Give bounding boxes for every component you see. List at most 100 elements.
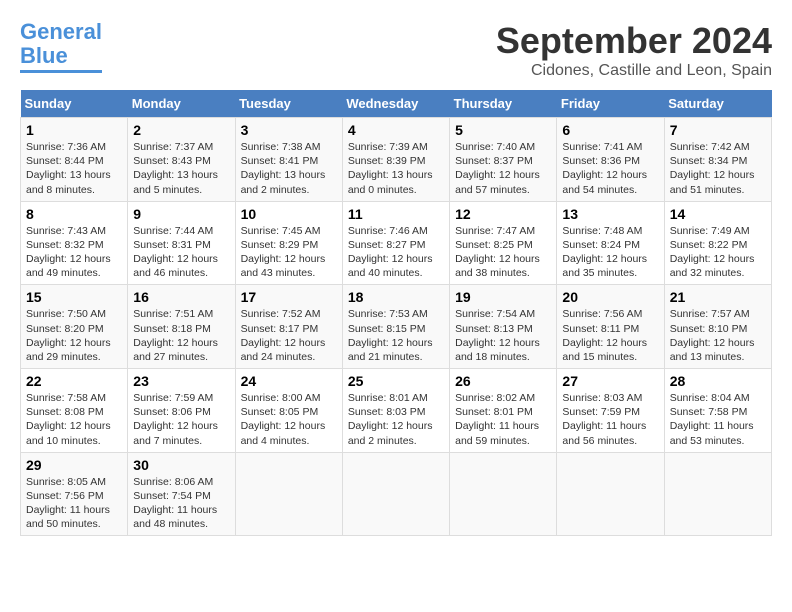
day-info: Sunrise: 7:58 AM Sunset: 8:08 PM Dayligh… [26,391,122,448]
logo: General Blue [20,20,102,73]
calendar-cell: 18Sunrise: 7:53 AM Sunset: 8:15 PM Dayli… [342,285,449,369]
day-info: Sunrise: 7:38 AM Sunset: 8:41 PM Dayligh… [241,140,337,197]
day-number: 9 [133,206,229,222]
calendar-cell: 19 Sunrise: 7:54 AM Sunset: 8:13 PM Dayli… [450,285,557,369]
calendar-cell: 16Sunrise: 7:51 AM Sunset: 8:18 PM Dayli… [128,285,235,369]
day-info: Sunrise: 7:56 AM Sunset: 8:11 PM Dayligh… [562,307,658,364]
day-info: Sunrise: 7:44 AM Sunset: 8:31 PM Dayligh… [133,224,229,281]
day-info: Sunrise: 7:36 AM Sunset: 8:44 PM Dayligh… [26,140,122,197]
calendar-cell: 5 Sunrise: 7:40 AM Sunset: 8:37 PM Daylig… [450,118,557,202]
day-info: Sunrise: 7:57 AM Sunset: 8:10 PM Dayligh… [670,307,766,364]
day-number: 10 [241,206,337,222]
calendar-header: SundayMondayTuesdayWednesdayThursdayFrid… [21,90,772,118]
calendar-cell: 12Sunrise: 7:47 AM Sunset: 8:25 PM Dayli… [450,201,557,285]
calendar-cell: 7 Sunrise: 7:42 AM Sunset: 8:34 PM Daylig… [664,118,771,202]
calendar-cell: 10 Sunrise: 7:45 AM Sunset: 8:29 PM Dayli… [235,201,342,285]
day-info: Sunrise: 8:00 AM Sunset: 8:05 PM Dayligh… [241,391,337,448]
week-row-5: 29Sunrise: 8:05 AM Sunset: 7:56 PM Dayli… [21,452,772,536]
calendar-cell: 11Sunrise: 7:46 AM Sunset: 8:27 PM Dayli… [342,201,449,285]
day-info: Sunrise: 7:41 AM Sunset: 8:36 PM Dayligh… [562,140,658,197]
calendar-table: SundayMondayTuesdayWednesdayThursdayFrid… [20,90,772,536]
weekday-friday: Friday [557,90,664,118]
calendar-cell: 17 Sunrise: 7:52 AM Sunset: 8:17 PM Dayli… [235,285,342,369]
day-number: 6 [562,122,658,138]
day-number: 20 [562,289,658,305]
calendar-cell: 4 Sunrise: 7:39 AM Sunset: 8:39 PM Daylig… [342,118,449,202]
calendar-cell: 27Sunrise: 8:03 AM Sunset: 7:59 PM Dayli… [557,369,664,453]
calendar-cell: 15 Sunrise: 7:50 AM Sunset: 8:20 PM Dayli… [21,285,128,369]
day-info: Sunrise: 7:37 AM Sunset: 8:43 PM Dayligh… [133,140,229,197]
day-number: 4 [348,122,444,138]
day-info: Sunrise: 8:03 AM Sunset: 7:59 PM Dayligh… [562,391,658,448]
calendar-cell: 13 Sunrise: 7:48 AM Sunset: 8:24 PM Dayli… [557,201,664,285]
day-info: Sunrise: 7:49 AM Sunset: 8:22 PM Dayligh… [670,224,766,281]
calendar-cell: 21 Sunrise: 7:57 AM Sunset: 8:10 PM Dayli… [664,285,771,369]
day-number: 14 [670,206,766,222]
day-number: 25 [348,373,444,389]
day-number: 2 [133,122,229,138]
day-info: Sunrise: 7:54 AM Sunset: 8:13 PM Dayligh… [455,307,551,364]
day-number: 7 [670,122,766,138]
day-info: Sunrise: 7:52 AM Sunset: 8:17 PM Dayligh… [241,307,337,364]
day-number: 8 [26,206,122,222]
calendar-cell: 22 Sunrise: 7:58 AM Sunset: 8:08 PM Dayli… [21,369,128,453]
weekday-sunday: Sunday [21,90,128,118]
weekday-wednesday: Wednesday [342,90,449,118]
day-number: 15 [26,289,122,305]
day-number: 28 [670,373,766,389]
day-number: 12 [455,206,551,222]
day-info: Sunrise: 7:40 AM Sunset: 8:37 PM Dayligh… [455,140,551,197]
location-title: Cidones, Castille and Leon, Spain [496,62,772,80]
logo-underline [20,70,102,73]
calendar-body: 1Sunrise: 7:36 AM Sunset: 8:44 PM Daylig… [21,118,772,536]
day-number: 23 [133,373,229,389]
day-number: 3 [241,122,337,138]
day-info: Sunrise: 7:43 AM Sunset: 8:32 PM Dayligh… [26,224,122,281]
day-number: 16 [133,289,229,305]
weekday-thursday: Thursday [450,90,557,118]
calendar-cell: 30 Sunrise: 8:06 AM Sunset: 7:54 PM Dayli… [128,452,235,536]
day-number: 17 [241,289,337,305]
calendar-cell: 9 Sunrise: 7:44 AM Sunset: 8:31 PM Daylig… [128,201,235,285]
calendar-cell: 8 Sunrise: 7:43 AM Sunset: 8:32 PM Daylig… [21,201,128,285]
day-number: 30 [133,457,229,473]
day-number: 24 [241,373,337,389]
day-info: Sunrise: 8:02 AM Sunset: 8:01 PM Dayligh… [455,391,551,448]
weekday-header-row: SundayMondayTuesdayWednesdayThursdayFrid… [21,90,772,118]
weekday-monday: Monday [128,90,235,118]
logo-blue: Blue [20,43,68,68]
calendar-cell: 6 Sunrise: 7:41 AM Sunset: 8:36 PM Daylig… [557,118,664,202]
day-info: Sunrise: 7:42 AM Sunset: 8:34 PM Dayligh… [670,140,766,197]
day-info: Sunrise: 8:04 AM Sunset: 7:58 PM Dayligh… [670,391,766,448]
calendar-cell: 2 Sunrise: 7:37 AM Sunset: 8:43 PM Daylig… [128,118,235,202]
day-info: Sunrise: 7:48 AM Sunset: 8:24 PM Dayligh… [562,224,658,281]
day-info: Sunrise: 7:59 AM Sunset: 8:06 PM Dayligh… [133,391,229,448]
day-info: Sunrise: 8:06 AM Sunset: 7:54 PM Dayligh… [133,475,229,532]
day-info: Sunrise: 7:39 AM Sunset: 8:39 PM Dayligh… [348,140,444,197]
week-row-4: 22 Sunrise: 7:58 AM Sunset: 8:08 PM Dayli… [21,369,772,453]
day-info: Sunrise: 7:53 AM Sunset: 8:15 PM Dayligh… [348,307,444,364]
day-number: 22 [26,373,122,389]
logo-text: General Blue [20,20,102,68]
day-info: Sunrise: 7:46 AM Sunset: 8:27 PM Dayligh… [348,224,444,281]
calendar-cell: 23 Sunrise: 7:59 AM Sunset: 8:06 PM Dayli… [128,369,235,453]
week-row-2: 8 Sunrise: 7:43 AM Sunset: 8:32 PM Daylig… [21,201,772,285]
week-row-3: 15 Sunrise: 7:50 AM Sunset: 8:20 PM Dayli… [21,285,772,369]
day-number: 26 [455,373,551,389]
day-number: 21 [670,289,766,305]
day-info: Sunrise: 7:45 AM Sunset: 8:29 PM Dayligh… [241,224,337,281]
calendar-cell [664,452,771,536]
day-number: 13 [562,206,658,222]
calendar-cell: 3 Sunrise: 7:38 AM Sunset: 8:41 PM Daylig… [235,118,342,202]
calendar-cell: 26 Sunrise: 8:02 AM Sunset: 8:01 PM Dayli… [450,369,557,453]
day-number: 19 [455,289,551,305]
calendar-cell: 28 Sunrise: 8:04 AM Sunset: 7:58 PM Dayli… [664,369,771,453]
header: General Blue September 2024 Cidones, Cas… [20,20,772,80]
calendar-cell: 1Sunrise: 7:36 AM Sunset: 8:44 PM Daylig… [21,118,128,202]
day-info: Sunrise: 7:50 AM Sunset: 8:20 PM Dayligh… [26,307,122,364]
weekday-tuesday: Tuesday [235,90,342,118]
day-number: 5 [455,122,551,138]
weekday-saturday: Saturday [664,90,771,118]
week-row-1: 1Sunrise: 7:36 AM Sunset: 8:44 PM Daylig… [21,118,772,202]
calendar-cell [450,452,557,536]
